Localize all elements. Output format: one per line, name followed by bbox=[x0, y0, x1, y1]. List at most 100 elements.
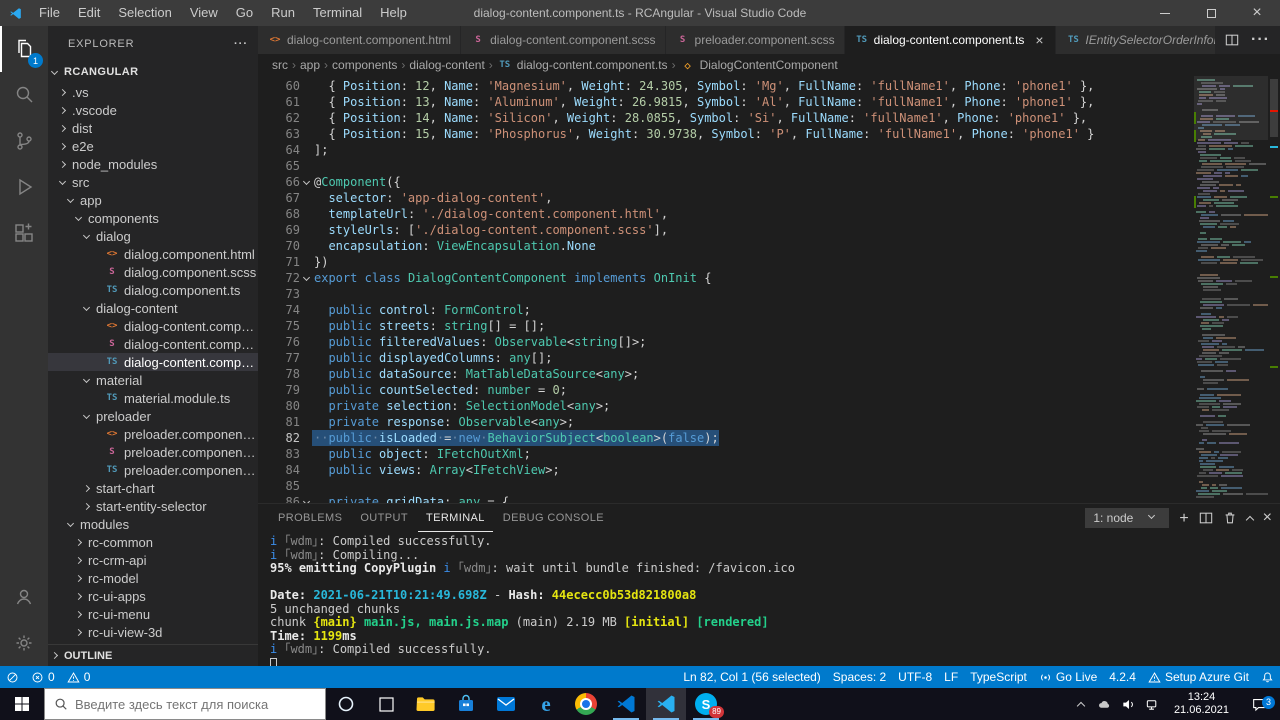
minimap-viewport[interactable] bbox=[1194, 76, 1268, 140]
tree-item-rc-common[interactable]: rc-common bbox=[48, 533, 258, 551]
tree-item-dialog.component.html[interactable]: <> dialog.component.html bbox=[48, 245, 258, 263]
terminal-output[interactable]: i ｢wdm｣: Compiled successfully. i ｢wdm｣: … bbox=[258, 532, 1280, 666]
code-line-83[interactable]: 83 public object: IFetchOutXml; bbox=[258, 446, 1194, 462]
code-line-84[interactable]: 84 public views: Array<IFetchView>; bbox=[258, 462, 1194, 478]
new-terminal-icon[interactable] bbox=[1179, 511, 1188, 526]
close-panel-icon[interactable] bbox=[1263, 509, 1272, 527]
terminal-shell-selector[interactable]: 1: node bbox=[1085, 508, 1170, 528]
code-line-68[interactable]: 68 templateUrl: './dialog-content.compon… bbox=[258, 206, 1194, 222]
taskbar-skype[interactable]: S 89 bbox=[686, 688, 726, 720]
scrollbar[interactable] bbox=[1268, 76, 1280, 503]
code-line-66[interactable]: 66 @Component({ bbox=[258, 174, 1194, 190]
breakpoint-margin[interactable] bbox=[258, 478, 274, 494]
panel-tab-output[interactable]: OUTPUT bbox=[352, 504, 416, 532]
code-line-77[interactable]: 77 public displayedColumns: any[]; bbox=[258, 350, 1194, 366]
status-bell[interactable] bbox=[1255, 666, 1280, 688]
account-button[interactable] bbox=[0, 574, 48, 620]
panel-tab-problems[interactable]: PROBLEMS bbox=[270, 504, 350, 532]
taskbar-search-input[interactable] bbox=[75, 696, 316, 712]
tree-item-rc-crm-api[interactable]: rc-crm-api bbox=[48, 551, 258, 569]
tree-item-preloader.component.scss[interactable]: Spreloader.component.scss bbox=[48, 443, 258, 461]
status-ln-82-col-1-56-selected[interactable]: Ln 82, Col 1 (56 selected) bbox=[677, 666, 826, 688]
breadcrumb-item-app[interactable]: app bbox=[300, 58, 320, 72]
status-setup-azure-git[interactable]: Setup Azure Git bbox=[1142, 666, 1255, 688]
taskbar-file-explorer[interactable] bbox=[406, 688, 446, 720]
code-line-72[interactable]: 72 export class DialogContentComponent im… bbox=[258, 270, 1194, 286]
taskbar-store[interactable] bbox=[446, 688, 486, 720]
tree-item-preloader.component.ts[interactable]: TS preloader.component.ts bbox=[48, 461, 258, 479]
tree-item-e2e[interactable]: e2e bbox=[48, 137, 258, 155]
tree-item-dialog[interactable]: dialog bbox=[48, 227, 258, 245]
code-line-73[interactable]: 73 bbox=[258, 286, 1194, 302]
breadcrumb-item-src[interactable]: src bbox=[272, 58, 288, 72]
panel-tab-debug-console[interactable]: DEBUG CONSOLE bbox=[495, 504, 612, 532]
tree-item-dialog-content.component.ts[interactable]: TS dialog-content.component.ts bbox=[48, 353, 258, 371]
taskbar-vscode-active[interactable] bbox=[646, 688, 686, 720]
maximize-button[interactable] bbox=[1188, 0, 1234, 26]
code-line-60[interactable]: 60 { Position: 12, Name: 'Magnesium', We… bbox=[258, 78, 1194, 94]
taskbar-mail[interactable] bbox=[486, 688, 526, 720]
tree-item-dialog.component.ts[interactable]: TS dialog.component.ts bbox=[48, 281, 258, 299]
breakpoint-margin[interactable] bbox=[258, 318, 274, 334]
explorer-activity-button[interactable]: 1 bbox=[0, 26, 48, 72]
fold-chevron-icon[interactable] bbox=[302, 177, 310, 186]
split-editor-icon[interactable] bbox=[1225, 33, 1239, 47]
code-line-67[interactable]: 67 selector: 'app-dialog-content', bbox=[258, 190, 1194, 206]
volume-tray-icon[interactable] bbox=[1117, 697, 1141, 712]
breakpoint-margin[interactable] bbox=[258, 206, 274, 222]
fold-chevron-icon[interactable] bbox=[302, 273, 310, 282]
extensions-activity-button[interactable] bbox=[0, 210, 48, 256]
status-go-live[interactable]: Go Live bbox=[1033, 666, 1103, 688]
tree-item-dialog-content.component.scss[interactable]: Sdialog-content.component.scss bbox=[48, 335, 258, 353]
code-line-80[interactable]: 80 private selection: SelectionModel<any… bbox=[258, 398, 1194, 414]
cortana-button[interactable] bbox=[326, 688, 366, 720]
close-button[interactable] bbox=[1234, 0, 1280, 26]
taskbar-edge[interactable]: e bbox=[526, 688, 566, 720]
outline-section-header[interactable]: OUTLINE bbox=[48, 644, 258, 666]
breakpoint-margin[interactable] bbox=[258, 350, 274, 366]
status-4-2-4[interactable]: 4.2.4 bbox=[1103, 666, 1142, 688]
breakpoint-margin[interactable] bbox=[258, 190, 274, 206]
breakpoint-margin[interactable] bbox=[258, 286, 274, 302]
tree-item-material.module.ts[interactable]: TS material.module.ts bbox=[48, 389, 258, 407]
breadcrumb-item-components[interactable]: components bbox=[332, 58, 397, 72]
code-line-61[interactable]: 61 { Position: 13, Name: 'Aluminum', Wei… bbox=[258, 94, 1194, 110]
tree-item-preloader[interactable]: preloader bbox=[48, 407, 258, 425]
menu-selection[interactable]: Selection bbox=[109, 0, 180, 26]
breakpoint-margin[interactable] bbox=[258, 430, 274, 446]
code-line-62[interactable]: 62 { Position: 14, Name: 'Silicon', Weig… bbox=[258, 110, 1194, 126]
task-view-button[interactable] bbox=[366, 688, 406, 720]
workspace-section-header[interactable]: RCANGULAR bbox=[48, 61, 258, 83]
status-utf-8[interactable]: UTF-8 bbox=[892, 666, 938, 688]
tree-item-rc-ui-apps[interactable]: rc-ui-apps bbox=[48, 587, 258, 605]
tab-IEntitySelectorOrderInfoDataItem.ts[interactable]: TS IEntitySelectorOrderInfoDataItem.ts bbox=[1056, 26, 1216, 54]
tray-expand-button[interactable] bbox=[1069, 700, 1093, 710]
code-area[interactable]: 60 { Position: 12, Name: 'Magnesium', We… bbox=[258, 76, 1194, 503]
tree-item-.vscode[interactable]: .vscode bbox=[48, 101, 258, 119]
settings-button[interactable] bbox=[0, 620, 48, 666]
code-line-76[interactable]: 76 public filteredValues: Observable<str… bbox=[258, 334, 1194, 350]
tab-dialog-content.component.html[interactable]: <> dialog-content.component.html bbox=[258, 26, 462, 54]
tree-item-material[interactable]: material bbox=[48, 371, 258, 389]
tab-preloader.component.scss[interactable]: Spreloader.component.scss bbox=[665, 26, 845, 54]
explorer-more-actions-icon[interactable] bbox=[234, 38, 248, 50]
tree-item-components[interactable]: components bbox=[48, 209, 258, 227]
code-line-78[interactable]: 78 public dataSource: MatTableDataSource… bbox=[258, 366, 1194, 382]
minimap[interactable] bbox=[1194, 76, 1268, 503]
status-spaces-2[interactable]: Spaces: 2 bbox=[827, 666, 892, 688]
breakpoint-margin[interactable] bbox=[258, 382, 274, 398]
code-line-74[interactable]: 74 public control: FormControl; bbox=[258, 302, 1194, 318]
tree-item-start-chart[interactable]: start-chart bbox=[48, 479, 258, 497]
breakpoint-margin[interactable] bbox=[258, 254, 274, 270]
menu-view[interactable]: View bbox=[181, 0, 227, 26]
network-tray-icon[interactable] bbox=[1141, 697, 1165, 712]
close-tab-icon[interactable] bbox=[1032, 32, 1046, 48]
code-line-81[interactable]: 81 private response: Observable<any>; bbox=[258, 414, 1194, 430]
taskbar-vscode[interactable] bbox=[606, 688, 646, 720]
breakpoint-margin[interactable] bbox=[258, 334, 274, 350]
code-line-85[interactable]: 85 bbox=[258, 478, 1194, 494]
breakpoint-margin[interactable] bbox=[258, 222, 274, 238]
menu-terminal[interactable]: Terminal bbox=[304, 0, 371, 26]
breakpoint-margin[interactable] bbox=[258, 366, 274, 382]
breakpoint-margin[interactable] bbox=[258, 142, 274, 158]
